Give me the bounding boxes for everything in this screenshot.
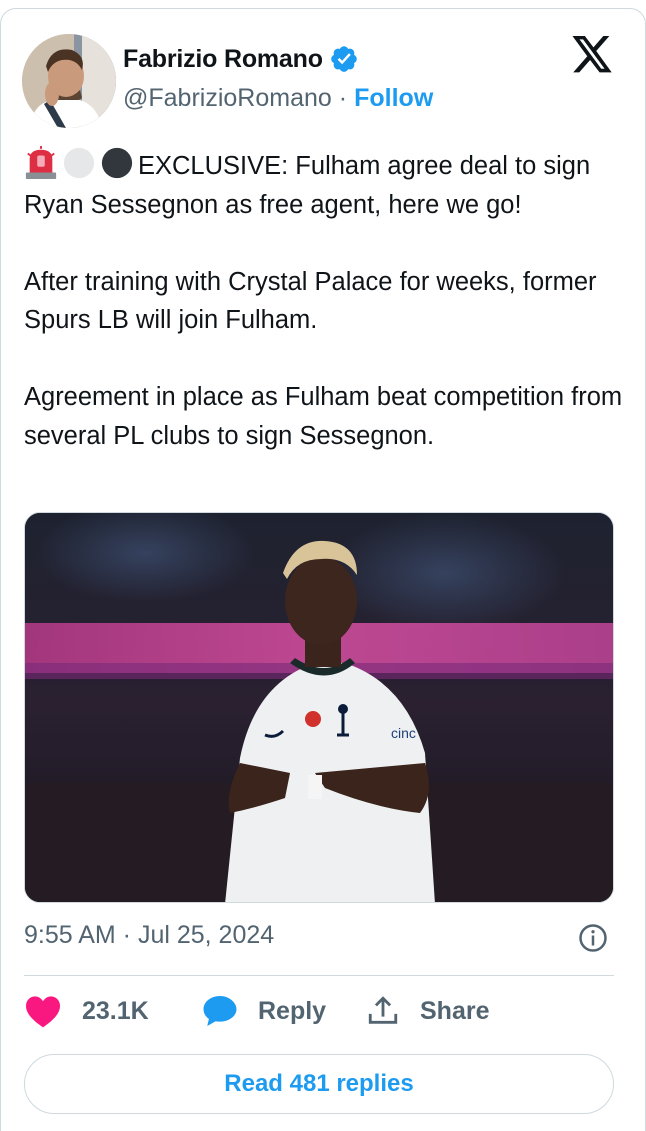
police-light-emoji-icon — [25, 146, 57, 180]
share-button[interactable]: Share — [366, 994, 489, 1028]
speech-bubble-icon — [203, 996, 237, 1026]
tweet-photo[interactable]: cinc — [24, 512, 614, 903]
info-icon[interactable] — [578, 923, 608, 953]
verified-badge-icon — [330, 46, 357, 72]
reply-label: Reply — [258, 996, 327, 1025]
heart-icon — [26, 996, 60, 1028]
x-logo-icon[interactable] — [570, 36, 614, 76]
tweet-paragraph-3: Agreement in place as Fulham beat compet… — [24, 383, 623, 450]
tweet-timestamp[interactable]: 9:55 AM · Jul 25, 2024 — [24, 921, 274, 950]
author-avatar[interactable] — [22, 34, 116, 128]
share-upload-icon — [368, 996, 398, 1024]
author-name[interactable]: Fabrizio Romano — [123, 45, 323, 74]
reply-button[interactable]: Reply — [202, 994, 326, 1028]
black-circle-emoji-icon — [101, 147, 133, 179]
divider — [24, 975, 614, 976]
like-button[interactable]: 23.1K — [24, 994, 149, 1028]
likes-count: 23.1K — [82, 996, 149, 1025]
share-label: Share — [420, 996, 490, 1025]
author-handle[interactable]: @FabrizioRomano — [123, 84, 332, 113]
white-circle-emoji-icon — [63, 147, 95, 179]
separator-dot: · — [338, 84, 348, 112]
follow-button[interactable]: Follow — [354, 84, 433, 113]
tweet-paragraph-2: After training with Crystal Palace for w… — [24, 267, 597, 335]
svg-text:cinc: cinc — [391, 725, 416, 741]
read-replies-button[interactable]: Read 481 replies — [24, 1054, 614, 1114]
tweet-text: EXCLUSIVE: Fulham agree deal to sign Rya… — [24, 146, 624, 494]
